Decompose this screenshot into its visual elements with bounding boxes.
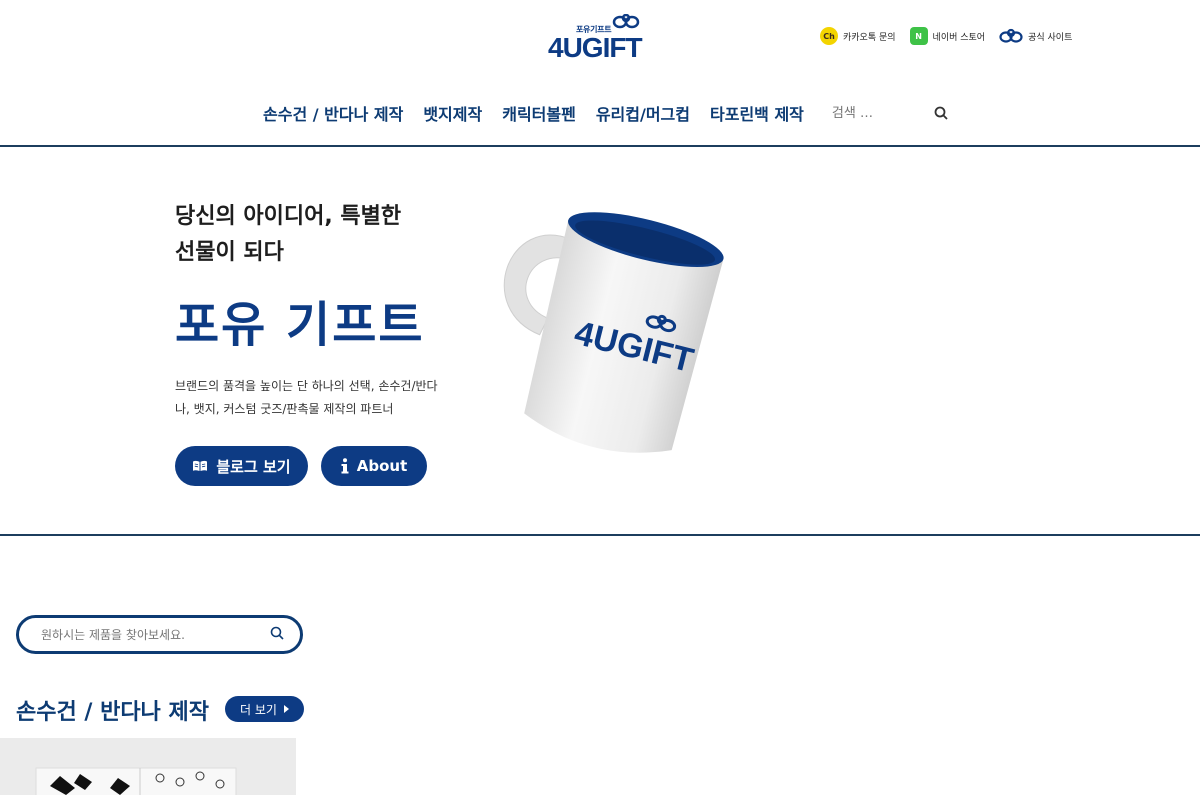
kakao-inquiry-label: 카카오톡 문의 xyxy=(843,32,896,43)
naver-store-label: 네이버 스토어 xyxy=(932,32,986,43)
nav-search-input[interactable] xyxy=(829,104,914,122)
gift-bow-icon xyxy=(612,14,640,29)
official-site-link[interactable]: 공식 사이트 xyxy=(999,27,1072,45)
hero-description: 브랜드의 품격을 높이는 단 하나의 선택, 손수건/반다나, 뱃지, 커스텀 … xyxy=(175,379,438,416)
product-thumbnail[interactable] xyxy=(0,738,296,795)
nav-item-badge[interactable]: 뱃지제작 xyxy=(423,101,482,125)
site-header: 포유기프트 4UGIFT Ch 카카오톡 문의 N 네이버 스토어 공식 사이트… xyxy=(0,0,1200,147)
blog-button[interactable]: 블로그 보기 xyxy=(175,446,308,486)
section-title: 손수건 / 반다나 제작 xyxy=(16,700,209,725)
nav-item-handkerchief[interactable]: 손수건 / 반다나 제작 xyxy=(263,101,403,125)
cloud-logo-icon xyxy=(999,28,1023,43)
top-links: Ch 카카오톡 문의 N 네이버 스토어 공식 사이트 xyxy=(820,27,1072,45)
about-button[interactable]: About xyxy=(321,446,427,486)
official-site-label: 공식 사이트 xyxy=(1028,32,1073,43)
book-icon xyxy=(193,460,208,471)
handkerchief-product-image xyxy=(0,738,296,795)
search-icon[interactable] xyxy=(270,625,284,644)
logo-text: 4UGIFT xyxy=(548,32,643,63)
hero-title: 포유 기프트 xyxy=(175,297,425,353)
main-nav: 손수건 / 반다나 제작 뱃지제작 캐릭터볼펜 유리컵/머그컵 타포린백 제작 xyxy=(263,101,948,125)
blog-button-label: 블로그 보기 xyxy=(216,457,291,476)
kakao-channel-icon: Ch xyxy=(820,27,838,45)
nav-item-character-pen[interactable]: 캐릭터볼펜 xyxy=(502,101,576,125)
caret-right-icon xyxy=(283,705,289,713)
about-button-label: About xyxy=(356,457,408,475)
search-icon[interactable] xyxy=(934,106,948,120)
nav-item-tarpaulin-bag[interactable]: 타포린백 제작 xyxy=(710,101,804,125)
mug-image: 4UGIFT xyxy=(503,212,724,453)
kakao-inquiry-link[interactable]: Ch 카카오톡 문의 xyxy=(820,27,896,45)
product-search-input[interactable] xyxy=(39,626,270,643)
more-button-label: 더 보기 xyxy=(240,702,277,717)
hero-subtitle: 당신의 아이디어, 특별한 선물이 되다 xyxy=(175,199,475,271)
hero-section: 당신의 아이디어, 특별한 선물이 되다 포유 기프트 브랜드의 품격을 높이는… xyxy=(0,147,1200,536)
naver-store-icon: N xyxy=(909,27,928,45)
hero-subtitle-line1: 당신의 아이디어, 특별한 xyxy=(175,204,402,229)
naver-store-link[interactable]: N 네이버 스토어 xyxy=(909,27,986,45)
nav-item-glass-mug[interactable]: 유리컵/머그컵 xyxy=(596,101,690,125)
hero-subtitle-line2: 선물이 되다 xyxy=(175,240,284,265)
more-button[interactable]: 더 보기 xyxy=(225,696,304,722)
product-search-box xyxy=(16,615,303,654)
info-icon xyxy=(341,458,349,474)
site-logo[interactable]: 포유기프트 4UGIFT xyxy=(548,14,658,63)
